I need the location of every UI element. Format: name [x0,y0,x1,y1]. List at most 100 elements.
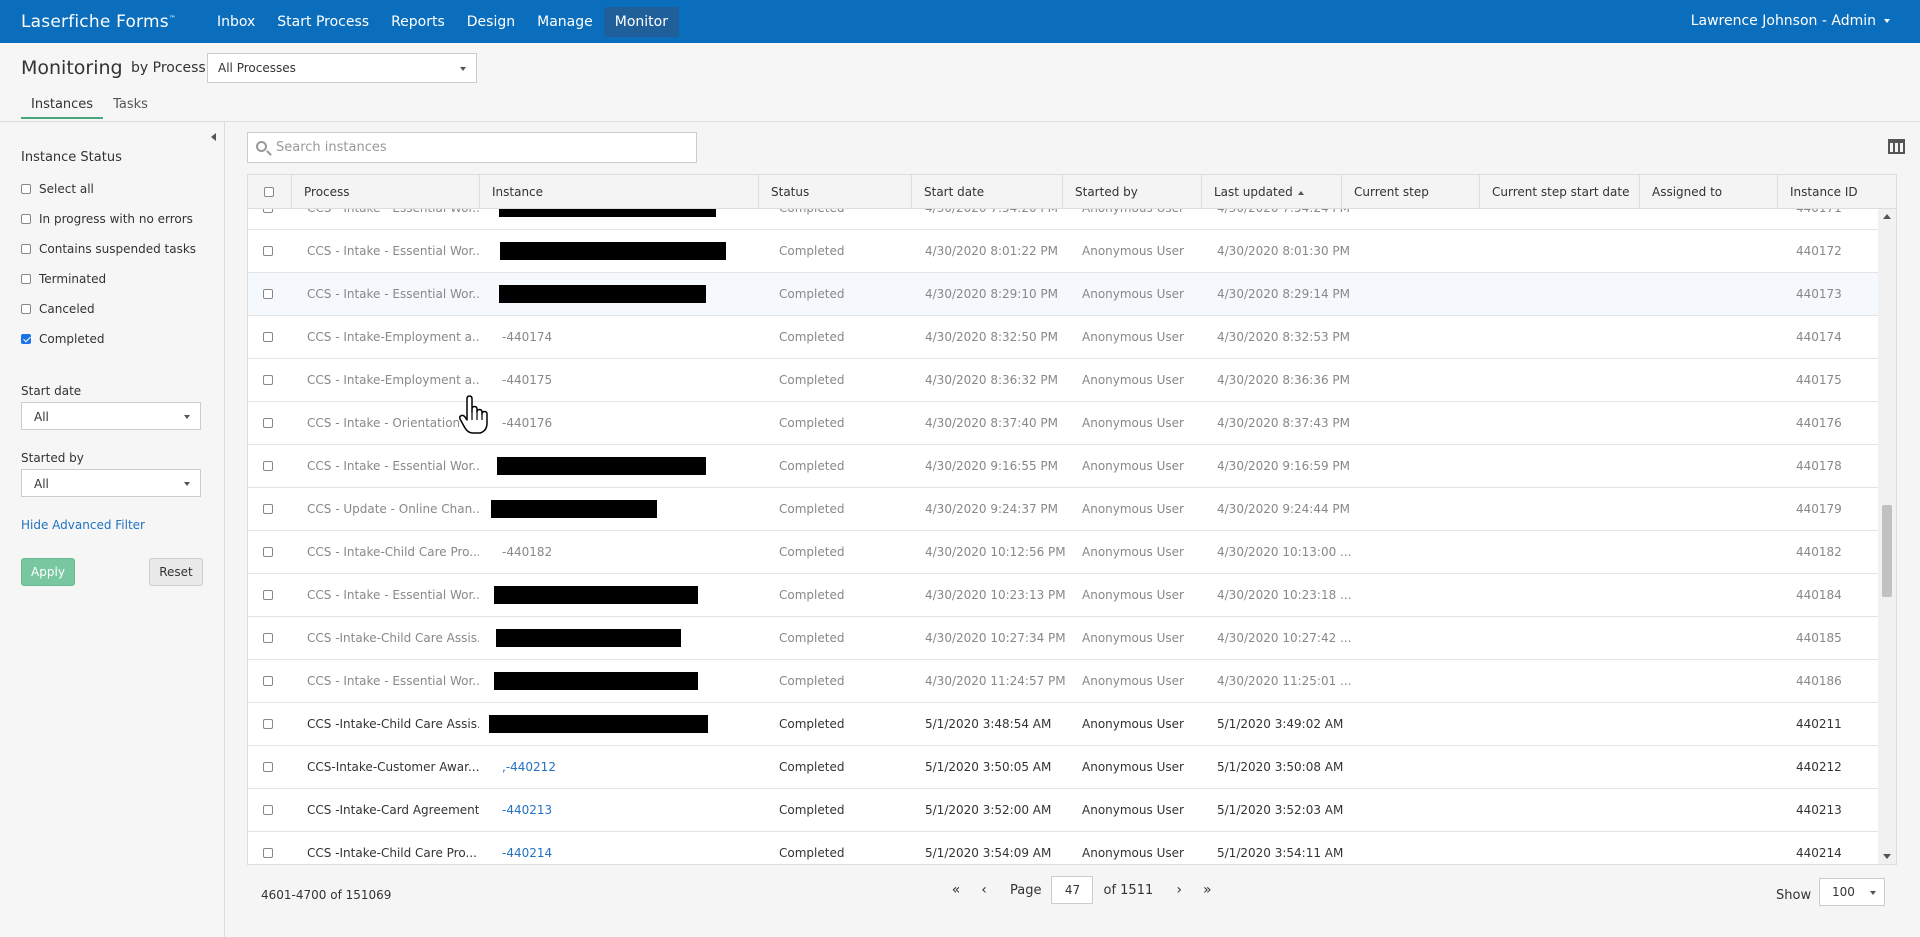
tab-tasks[interactable]: Tasks [103,97,158,119]
collapse-panel-icon[interactable] [211,133,216,141]
checkbox[interactable] [21,184,31,194]
table-row[interactable]: CCS - Intake - Essential Wor... Completed… [248,574,1880,617]
checkbox[interactable] [21,304,31,314]
filter-in-progress[interactable]: In progress with no errors [21,212,193,226]
nav-item-manage[interactable]: Manage [526,7,604,37]
table-row[interactable]: CCS - Intake - Orientation to... -440176 C… [248,402,1880,445]
search-input[interactable]: Search instances [247,132,697,163]
row-checkbox[interactable] [263,289,273,299]
table-row[interactable]: CCS -Intake-Card Agreement -440213 Complet… [248,789,1880,832]
cell-instance[interactable]: -440214 [502,832,552,864]
table-row[interactable]: CCS - Intake - Essential Wor... Completed… [248,230,1880,273]
started-by-select[interactable]: All [21,469,201,497]
table-row[interactable]: CCS-Intake-Customer Awar... ,-440212 Compl… [248,746,1880,789]
cell-instance[interactable]: -440176 [502,402,552,444]
table-row[interactable]: CCS - Intake - Essential Wor... Completed… [248,273,1880,316]
cell-instance[interactable]: -440182 [502,531,552,573]
row-checkbox[interactable] [263,375,273,385]
process-select[interactable]: All Processes [207,53,477,83]
checkbox[interactable] [21,214,31,224]
apply-button[interactable]: Apply [21,558,75,586]
nav-item-design[interactable]: Design [456,7,526,37]
row-checkbox[interactable] [263,719,273,729]
page-size-select[interactable]: 100 [1819,878,1885,906]
filter-canceled[interactable]: Canceled [21,302,95,316]
column-header-current-step[interactable]: Current step [1342,175,1480,209]
last-page-icon[interactable]: » [1197,882,1217,898]
first-page-icon[interactable]: « [946,882,966,898]
table-row[interactable]: CCS -Intake-Child Care Pro... -440214 Comp… [248,832,1880,864]
nav-item-monitor[interactable]: Monitor [603,6,679,37]
column-header-instance-id[interactable]: Instance ID [1778,175,1896,209]
row-checkbox[interactable] [263,332,273,342]
tab-instances[interactable]: Instances [21,97,104,119]
user-menu[interactable]: Lawrence Johnson - Admin [1691,0,1890,43]
cell-instance[interactable]: ,-440212 [502,746,556,788]
page-number-input[interactable]: 47 [1051,876,1094,904]
row-checkbox[interactable] [263,461,273,471]
row-checkbox[interactable] [263,504,273,514]
filter-select-all[interactable]: Select all [21,182,94,196]
hide-advanced-filter-link[interactable]: Hide Advanced Filter [21,518,145,532]
column-header-process[interactable]: Process [292,175,480,209]
filter-suspended[interactable]: Contains suspended tasks [21,242,196,256]
column-chooser-icon[interactable] [1888,139,1905,154]
table-row[interactable]: CCS -Intake-Child Care Assis... Completed… [248,617,1880,660]
row-checkbox[interactable] [263,590,273,600]
column-header-current-step-start[interactable]: Current step start date [1480,175,1640,209]
row-checkbox[interactable] [263,633,273,643]
cell-status: Completed [779,416,845,430]
scroll-down-icon[interactable] [1883,854,1891,859]
cell-started-by: Anonymous User [1082,502,1184,516]
row-checkbox[interactable] [263,209,273,213]
cell-instance[interactable]: -440175 [502,359,552,401]
select-value: All [34,410,49,424]
cell-start-date: 5/1/2020 3:50:05 AM [925,760,1052,774]
row-checkbox[interactable] [263,805,273,815]
table-row[interactable]: CCS -Intake-Child Care Assis... Completed… [248,703,1880,746]
row-checkbox[interactable] [263,418,273,428]
next-page-icon[interactable]: › [1169,882,1189,898]
filter-terminated[interactable]: Terminated [21,272,106,286]
checkbox-checked[interactable] [21,334,31,344]
column-header-start-date[interactable]: Start date [912,175,1063,209]
row-checkbox[interactable] [263,547,273,557]
scroll-up-icon[interactable] [1883,214,1891,219]
filter-completed[interactable]: Completed [21,332,104,346]
nav-item-inbox[interactable]: Inbox [206,7,266,37]
scroll-thumb[interactable] [1882,505,1892,597]
cell-instance[interactable]: -440174 [502,316,552,358]
start-date-select[interactable]: All [21,402,201,430]
table-scrollbar[interactable] [1878,209,1896,864]
column-header-last-updated[interactable]: Last updated [1202,175,1342,209]
column-header-assigned-to[interactable]: Assigned to [1640,175,1778,209]
brand-logo[interactable]: Laserfiche Forms™ [21,12,176,32]
cell-instance[interactable]: -440213 [502,789,552,831]
table-row[interactable]: CCS - Intake - Essential Wor... Completed… [248,209,1880,230]
table-row[interactable]: CCS - Intake-Employment a... -440175 Compl… [248,359,1880,402]
table-row[interactable]: CCS - Intake-Child Care Pro... -440182 Com… [248,531,1880,574]
header-select-all[interactable] [248,175,292,209]
cell-last-updated: 5/1/2020 3:50:08 AM [1217,760,1344,774]
nav-item-start-process[interactable]: Start Process [266,7,380,37]
table-row[interactable]: CCS - Intake - Essential Wor... Completed… [248,660,1880,703]
nav-item-reports[interactable]: Reports [380,7,456,37]
checkbox[interactable] [21,274,31,284]
reset-button[interactable]: Reset [149,558,203,586]
process-select-value: All Processes [218,61,296,75]
row-checkbox[interactable] [263,848,273,858]
row-checkbox[interactable] [263,762,273,772]
column-header-instance[interactable]: Instance [480,175,759,209]
prev-page-icon[interactable]: ‹ [974,882,994,898]
column-header-started-by[interactable]: Started by [1063,175,1202,209]
table-row[interactable]: CCS - Intake-Employment a... -440174 Compl… [248,316,1880,359]
row-checkbox[interactable] [263,676,273,686]
row-checkbox[interactable] [263,246,273,256]
column-header-status[interactable]: Status [759,175,912,209]
cell-start-date: 4/30/2020 7:54:20 PM [925,209,1058,229]
cell-last-updated: 4/30/2020 9:16:59 PM [1217,459,1351,473]
table-row[interactable]: CCS - Update - Online Chan... Completed 4/… [248,488,1880,531]
checkbox[interactable] [264,187,274,197]
checkbox[interactable] [21,244,31,254]
table-row[interactable]: CCS - Intake - Essential Wor... Completed… [248,445,1880,488]
